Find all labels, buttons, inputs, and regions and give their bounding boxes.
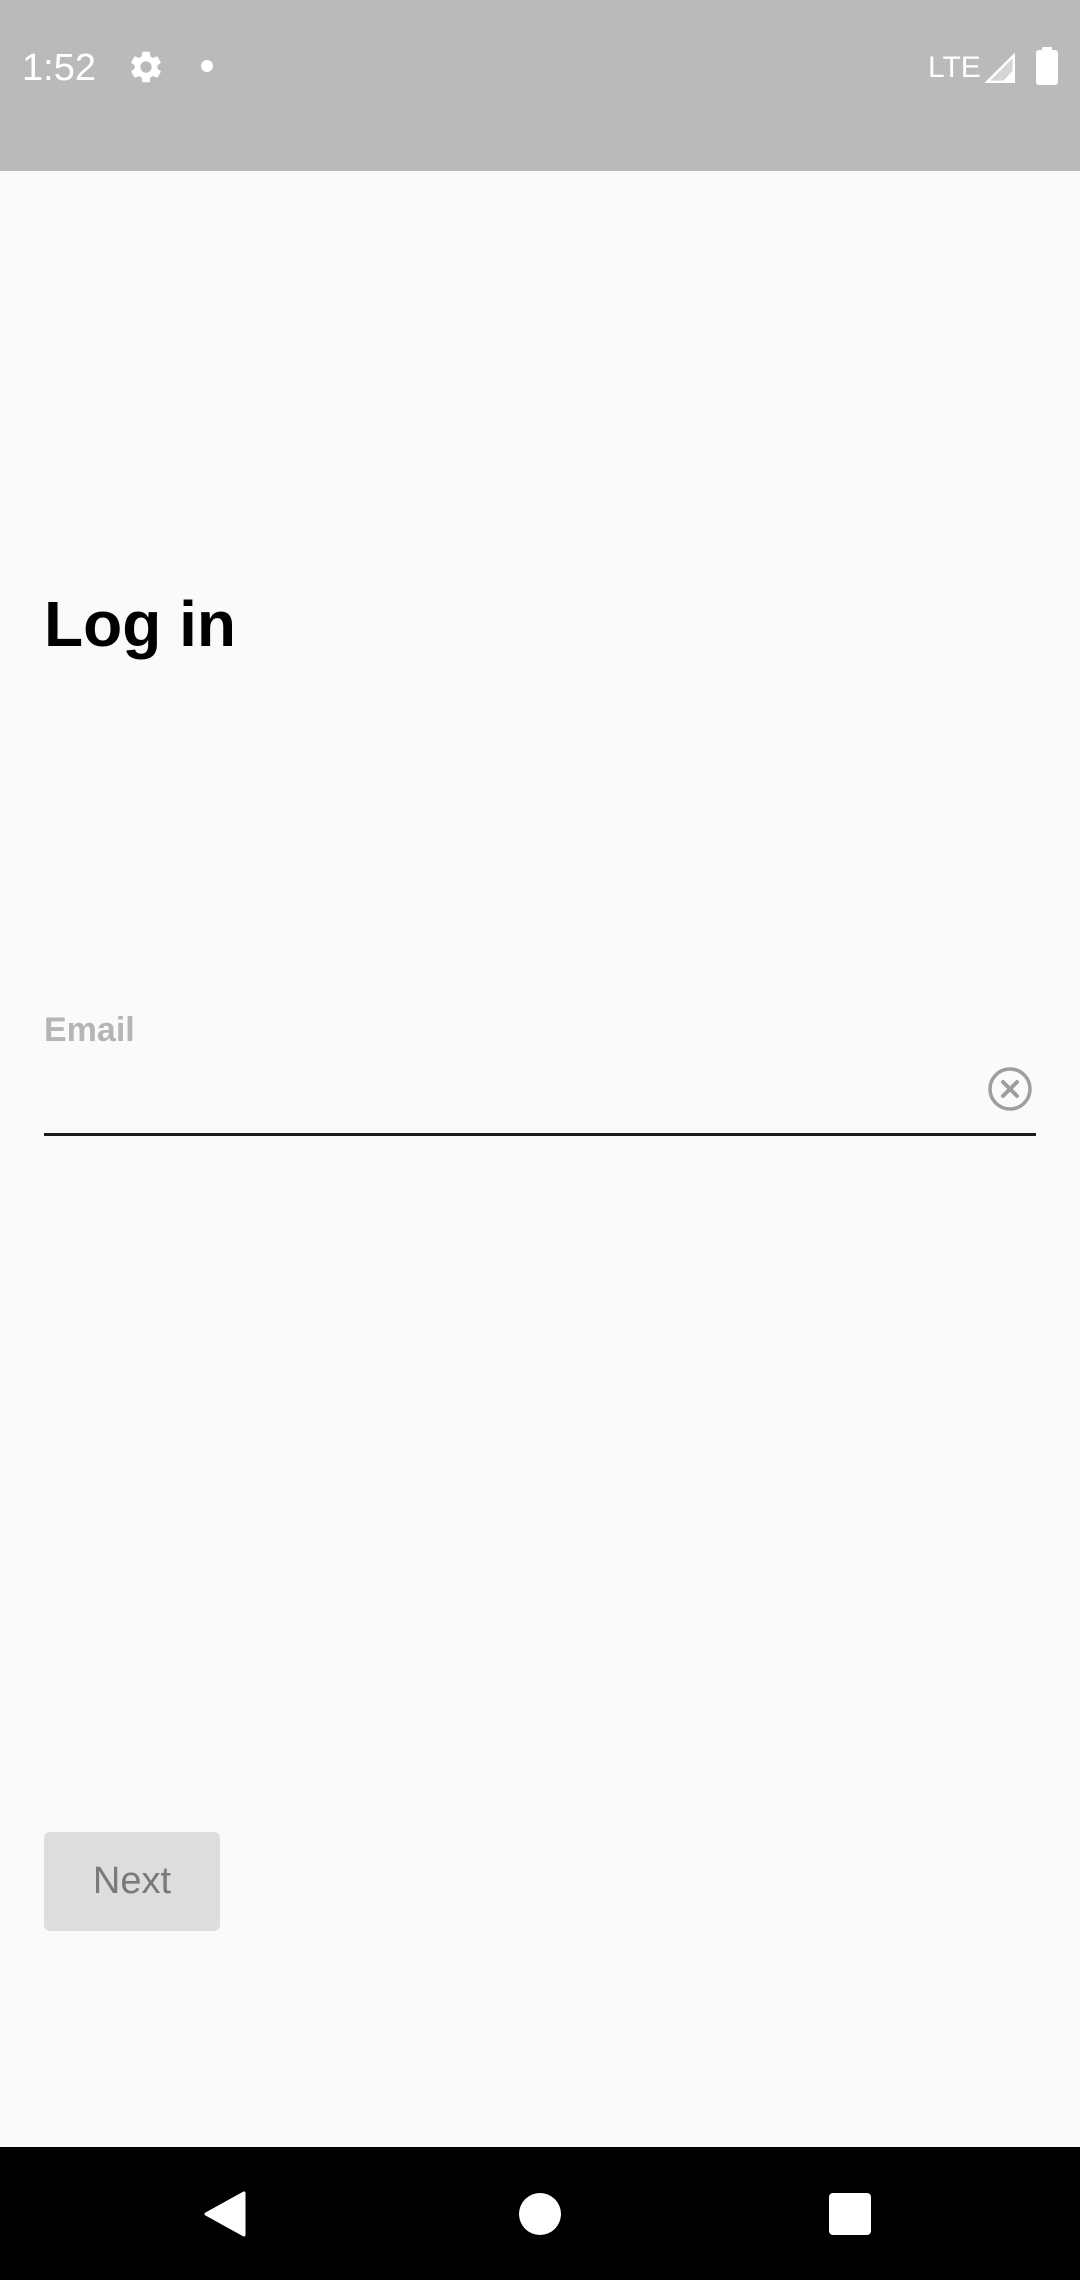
- recents-icon[interactable]: [829, 2193, 871, 2235]
- email-field[interactable]: [44, 1062, 974, 1132]
- navigation-bar: [0, 2147, 1080, 2280]
- login-screen: 1:52 LTE Log in Email Next: [0, 0, 1080, 2280]
- email-label: Email: [44, 1011, 135, 1049]
- battery-icon: [1036, 47, 1058, 85]
- page-title: Log in: [44, 588, 236, 660]
- clear-circle-icon[interactable]: [987, 1066, 1033, 1112]
- email-underline: [44, 1133, 1036, 1136]
- status-bar: 1:52 LTE: [0, 0, 1080, 171]
- notification-dot-icon: [201, 60, 213, 72]
- gear-icon: [127, 48, 165, 86]
- signal-icon: [982, 50, 1018, 86]
- network-type: LTE: [928, 51, 981, 84]
- back-icon[interactable]: [204, 2191, 248, 2237]
- status-time: 1:52: [22, 47, 96, 89]
- home-icon[interactable]: [519, 2193, 561, 2235]
- next-button[interactable]: Next: [44, 1832, 220, 1931]
